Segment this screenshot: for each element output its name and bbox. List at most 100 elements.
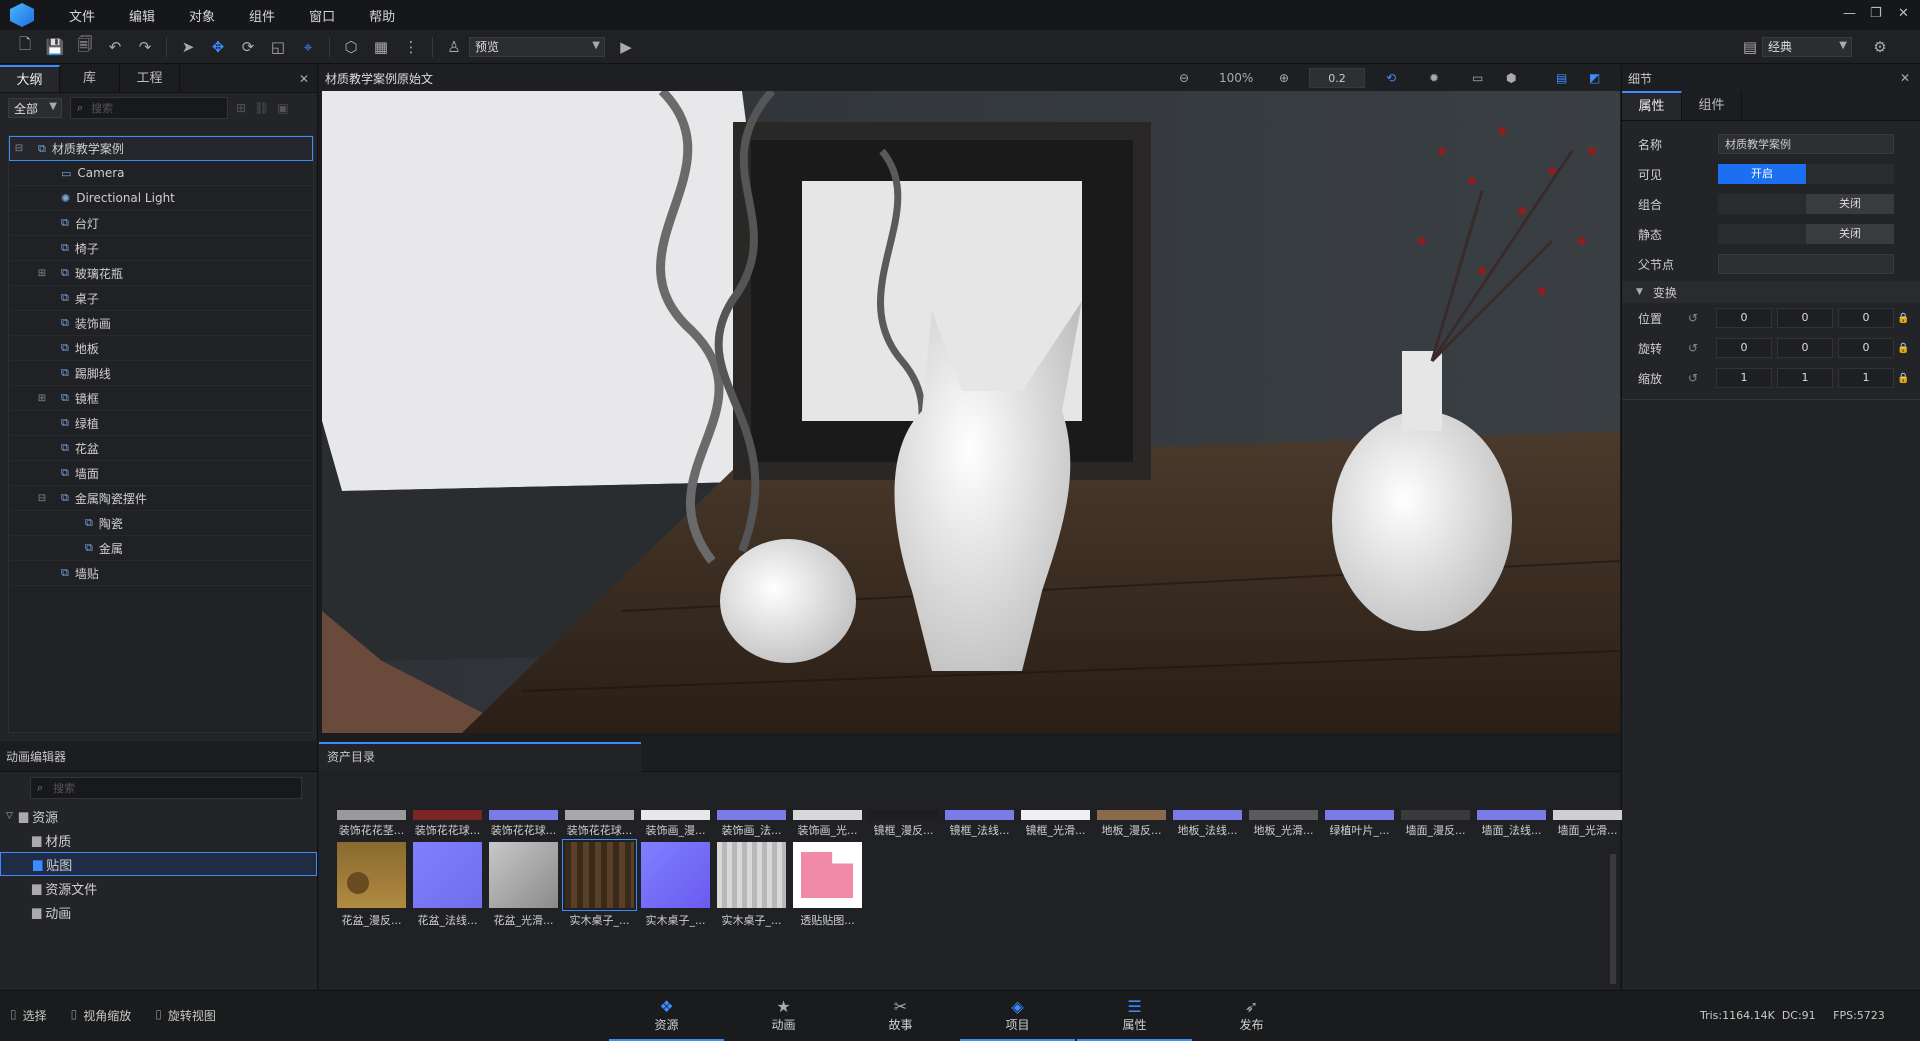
folder-item[interactable]: ▽ ▆ 资源	[0, 804, 317, 828]
asset-thumbnail[interactable]	[641, 810, 710, 820]
camera-icon[interactable]: ▭	[1472, 71, 1483, 85]
rotation-z[interactable]: 0	[1838, 338, 1894, 358]
outline-node[interactable]: ⧉ 椅子	[9, 236, 313, 261]
folder-item[interactable]: ▆ 资源文件	[0, 876, 317, 900]
pivot-tool-icon[interactable]: ⌖	[297, 36, 319, 58]
minimize-icon[interactable]: —	[1843, 6, 1856, 21]
lock-icon[interactable]: 🔒	[1897, 313, 1909, 324]
reset-icon[interactable]: ↺	[1688, 311, 1698, 325]
parent-input[interactable]	[1718, 254, 1894, 274]
restore-icon[interactable]: ❐	[1870, 6, 1882, 21]
undo-icon[interactable]: ↶	[104, 36, 126, 58]
asset-thumbnail[interactable]: 花盆_漫反...	[337, 842, 406, 927]
position-z[interactable]: 0	[1838, 308, 1894, 328]
outline-node[interactable]: ⧉ 台灯	[9, 211, 313, 236]
tab-project-bottom[interactable]: ◈ 项目	[960, 991, 1075, 1041]
asset-thumbnail[interactable]	[1401, 810, 1470, 820]
lock-icon[interactable]: 🔒	[1897, 343, 1909, 354]
play-icon[interactable]: ▶	[615, 36, 637, 58]
asset-thumbnail[interactable]	[413, 810, 482, 820]
bug-icon[interactable]: ✹	[1429, 71, 1439, 85]
expand-icon[interactable]: ⊞	[37, 393, 47, 404]
static-toggle[interactable]: 关闭	[1718, 224, 1894, 244]
outline-search-input[interactable]: ⌕ 搜索	[70, 97, 228, 119]
outline-node[interactable]: ⧉ 金属	[9, 536, 313, 561]
asset-thumbnail[interactable]: 花盆_光滑...	[489, 842, 558, 927]
select-tool-icon[interactable]: ➤	[177, 36, 199, 58]
scale-tool-icon[interactable]: ◱	[267, 36, 289, 58]
close-panel-icon[interactable]: ✕	[299, 65, 309, 92]
position-x[interactable]: 0	[1716, 308, 1772, 328]
group-toggle[interactable]: 关闭	[1718, 194, 1894, 214]
transform-header[interactable]: ▼ 变换	[1622, 281, 1920, 303]
outline-node[interactable]: ✺ Directional Light	[9, 186, 313, 211]
outline-node[interactable]: ⊟ ⧉ 金属陶瓷摆件	[9, 486, 313, 511]
rotation-x[interactable]: 0	[1716, 338, 1772, 358]
add-node-icon[interactable]: ⊞	[236, 101, 246, 115]
asset-thumbnail[interactable]	[337, 810, 406, 820]
tool-select[interactable]: 选择	[23, 1007, 47, 1024]
collapse-icon[interactable]: ▽	[6, 811, 13, 821]
settings-icon[interactable]: ⚙	[1869, 36, 1891, 58]
name-input[interactable]: 材质教学案例	[1718, 134, 1894, 154]
outline-node[interactable]: ⊞ ⧉ 玻璃花瓶	[9, 261, 313, 286]
menu-edit[interactable]: 编辑	[112, 6, 172, 25]
layer-icon[interactable]: ▤	[1556, 71, 1567, 85]
camera-link-icon[interactable]: ⟲	[1386, 71, 1396, 85]
menu-help[interactable]: 帮助	[352, 6, 412, 25]
zoom-out-icon[interactable]: ⊖	[1179, 71, 1189, 85]
collapse-icon[interactable]: ▣	[277, 101, 288, 115]
character-icon[interactable]: ♙	[443, 36, 465, 58]
tool-rotate-view[interactable]: 旋转视图	[168, 1007, 216, 1024]
outline-node[interactable]: ⧉ 踢脚线	[9, 361, 313, 386]
collapse-icon[interactable]: ⊟	[14, 143, 24, 154]
tab-asset-catalog[interactable]: 资产目录	[319, 742, 641, 772]
tab-project[interactable]: 工程	[120, 65, 180, 92]
asset-thumbnail[interactable]: 透贴贴图...	[793, 842, 862, 927]
outline-node[interactable]: ⧉ 花盆	[9, 436, 313, 461]
asset-scrollbar[interactable]	[1610, 854, 1616, 984]
visible-toggle[interactable]: 开启	[1718, 164, 1894, 184]
reset-icon[interactable]: ↺	[1688, 341, 1698, 355]
redo-icon[interactable]: ↷	[134, 36, 156, 58]
step-input[interactable]: 0.2	[1309, 68, 1365, 88]
close-icon[interactable]: ✕	[1898, 6, 1909, 21]
asset-thumbnail[interactable]	[1097, 810, 1166, 820]
collapse-icon[interactable]: ⊟	[37, 493, 47, 504]
tab-outline[interactable]: 大纲	[0, 65, 60, 92]
outline-node[interactable]: ▭ Camera	[9, 161, 313, 186]
rotate-tool-icon[interactable]: ⟳	[237, 36, 259, 58]
asset-thumbnail[interactable]: 实木桌子_...	[641, 842, 710, 927]
tab-resources[interactable]: ❖ 资源	[609, 991, 724, 1041]
tab-story[interactable]: ✂ 故事	[843, 991, 958, 1041]
outline-node[interactable]: ⧉ 绿植	[9, 411, 313, 436]
outline-node[interactable]: ⧉ 墙面	[9, 461, 313, 486]
close-panel-icon[interactable]: ✕	[1900, 71, 1910, 85]
scale-z[interactable]: 1	[1838, 368, 1894, 388]
stats-icon[interactable]: ◩	[1589, 71, 1600, 85]
asset-thumbnail[interactable]	[1173, 810, 1242, 820]
asset-thumbnail[interactable]	[489, 810, 558, 820]
asset-thumbnail[interactable]	[1553, 810, 1622, 820]
lock-icon[interactable]: 🔒	[1897, 373, 1909, 384]
reset-icon[interactable]: ↺	[1688, 371, 1698, 385]
expand-icon[interactable]: ⊞	[37, 268, 47, 279]
tab-properties[interactable]: 属性	[1622, 91, 1682, 120]
asset-thumbnail[interactable]	[1249, 810, 1318, 820]
anim-search-input[interactable]: ⌕ 搜索	[30, 777, 302, 799]
tab-library[interactable]: 库	[60, 65, 120, 92]
asset-thumbnail[interactable]	[945, 810, 1014, 820]
folder-item[interactable]: ▆ 贴图	[0, 852, 317, 876]
preview-mode-select[interactable]: 预览 ▼	[469, 36, 605, 57]
folder-item[interactable]: ▆ 动画	[0, 900, 317, 924]
tab-publish[interactable]: ➶ 发布	[1194, 991, 1309, 1041]
tab-animation[interactable]: ★ 动画	[726, 991, 841, 1041]
scale-x[interactable]: 1	[1716, 368, 1772, 388]
position-y[interactable]: 0	[1777, 308, 1833, 328]
asset-thumbnail[interactable]	[565, 810, 634, 820]
outline-node[interactable]: ⧉ 墙贴	[9, 561, 313, 586]
outline-node[interactable]: ⧉ 地板	[9, 336, 313, 361]
snap-grid-icon[interactable]: ⋮	[400, 36, 422, 58]
asset-thumbnail[interactable]	[793, 810, 862, 820]
outline-node[interactable]: ⊟ ⧉ 材质教学案例	[9, 136, 313, 161]
